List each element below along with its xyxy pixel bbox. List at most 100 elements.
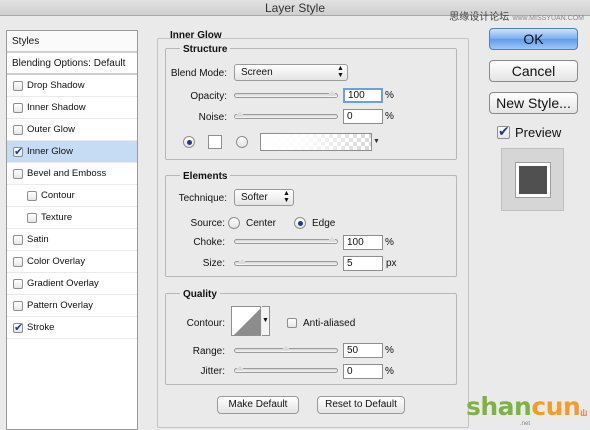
choke-slider-handle[interactable] — [327, 235, 337, 243]
elements-title: Elements — [180, 171, 231, 182]
style-item-checkbox[interactable] — [27, 190, 37, 201]
style-items: Drop Shadow Inner Shadow Outer Glow Inner G… — [7, 75, 137, 339]
glow-gradient-picker[interactable] — [260, 133, 372, 151]
source-label: Source: — [190, 218, 225, 229]
choke-slider[interactable] — [234, 235, 338, 244]
jitter-slider[interactable] — [234, 364, 338, 373]
watermark-top: 思缘设计论坛 www.MISSYUAN.COM — [449, 8, 584, 23]
style-item-checkbox[interactable] — [13, 256, 23, 267]
jitter-slider-handle[interactable] — [235, 364, 245, 372]
style-item[interactable]: Gradient Overlay — [7, 273, 137, 295]
updown-arrows-icon: ▲ ▼ — [283, 190, 290, 204]
reset-to-default-button[interactable]: Reset to Default — [317, 396, 405, 414]
style-item-label: Drop Shadow — [27, 80, 85, 91]
size-input[interactable]: 5 — [343, 256, 383, 271]
styles-list: Styles Blending Options: Default Drop Sh… — [6, 30, 138, 430]
linear-contour-icon — [234, 309, 260, 335]
style-item[interactable]: Inner Glow — [7, 141, 137, 163]
style-item-label: Texture — [41, 212, 73, 223]
preview-square — [516, 163, 550, 197]
opacity-slider-handle[interactable] — [327, 89, 337, 97]
style-item-label: Stroke — [27, 322, 55, 333]
style-item-label: Contour — [41, 190, 75, 201]
styles-header[interactable]: Styles — [7, 31, 137, 53]
contour-preview[interactable] — [231, 306, 261, 336]
jitter-unit: % — [385, 366, 394, 377]
choke-label: Choke: — [193, 237, 225, 248]
contour-label: Contour: — [186, 318, 225, 329]
choke-unit: % — [385, 237, 394, 248]
style-item-checkbox[interactable] — [13, 102, 23, 113]
size-unit: px — [386, 258, 397, 269]
gradient-dropdown-arrow-icon[interactable]: ▼ — [373, 138, 380, 145]
jitter-label: Jitter: — [200, 366, 225, 377]
anti-aliased-label: Anti-aliased — [303, 318, 356, 329]
make-default-button[interactable]: Make Default — [217, 396, 299, 414]
style-preview-thumbnail — [501, 148, 564, 211]
solid-color-radio[interactable] — [183, 136, 195, 148]
noise-input[interactable]: 0 — [343, 109, 383, 124]
source-center-radio[interactable] — [228, 217, 240, 229]
noise-unit: % — [385, 111, 394, 122]
preview-checkbox[interactable] — [497, 123, 510, 140]
noise-label: Noise: — [198, 112, 227, 123]
style-item-checkbox[interactable] — [13, 124, 23, 135]
style-item[interactable]: Texture — [7, 207, 137, 229]
ok-button[interactable]: OK — [489, 28, 578, 50]
preview-label: Preview — [515, 125, 562, 140]
size-label: Size: — [202, 258, 225, 269]
style-item-label: Outer Glow — [27, 124, 76, 135]
structure-title: Structure — [180, 44, 231, 55]
style-item-checkbox[interactable] — [13, 278, 23, 289]
blending-options-item[interactable]: Blending Options: Default — [7, 53, 137, 75]
anti-aliased-checkbox[interactable] — [287, 318, 297, 328]
watermark-top-url: www.MISSYUAN.COM — [512, 15, 584, 22]
style-item-label: Pattern Overlay — [27, 300, 93, 311]
opacity-input[interactable]: 100 — [343, 88, 383, 103]
technique-label: Technique: — [178, 193, 227, 204]
new-style-button[interactable]: New Style... — [489, 92, 578, 114]
style-item[interactable]: Outer Glow — [7, 119, 137, 141]
style-item-checkbox[interactable] — [13, 168, 23, 179]
style-item-checkbox[interactable] — [13, 145, 23, 158]
style-item[interactable]: Contour — [7, 185, 137, 207]
opacity-slider[interactable] — [234, 89, 338, 98]
size-slider-handle[interactable] — [236, 257, 247, 265]
style-item[interactable]: Inner Shadow — [7, 97, 137, 119]
jitter-input[interactable]: 0 — [343, 364, 383, 379]
source-edge-radio[interactable] — [294, 217, 306, 229]
style-item[interactable]: Color Overlay — [7, 251, 137, 273]
style-item-label: Gradient Overlay — [27, 278, 99, 289]
range-slider-handle[interactable] — [281, 344, 291, 352]
style-item[interactable]: Stroke — [7, 317, 137, 339]
preview-toggle[interactable]: Preview — [497, 123, 562, 140]
noise-slider[interactable] — [234, 110, 338, 119]
style-item[interactable]: Bevel and Emboss — [7, 163, 137, 185]
technique-select[interactable]: Softer ▲ ▼ — [234, 189, 294, 206]
style-item[interactable]: Pattern Overlay — [7, 295, 137, 317]
gradient-radio[interactable] — [236, 136, 248, 148]
style-item-label: Inner Glow — [27, 146, 73, 157]
size-slider[interactable] — [234, 257, 338, 266]
style-item-checkbox[interactable] — [13, 321, 23, 334]
source-edge-label: Edge — [312, 218, 336, 229]
glow-color-swatch[interactable] — [208, 135, 222, 149]
style-item-checkbox[interactable] — [13, 300, 23, 311]
cancel-button[interactable]: Cancel — [489, 60, 578, 82]
range-slider[interactable] — [234, 344, 338, 353]
watermark-bottom-a: shan — [466, 392, 532, 421]
style-item-label: Satin — [27, 234, 49, 245]
style-item[interactable]: Drop Shadow — [7, 75, 137, 97]
technique-value: Softer — [241, 192, 268, 203]
range-input[interactable]: 50 — [343, 343, 383, 358]
style-item-checkbox[interactable] — [13, 80, 23, 91]
style-item-label: Bevel and Emboss — [27, 168, 107, 179]
style-item-checkbox[interactable] — [13, 234, 23, 245]
choke-input[interactable]: 100 — [343, 235, 383, 250]
style-item-checkbox[interactable] — [27, 212, 37, 223]
contour-dropdown-arrow-icon[interactable]: ▼ — [262, 306, 270, 336]
style-item[interactable]: Satin — [7, 229, 137, 251]
blend-mode-select[interactable]: Screen ▲ ▼ — [234, 64, 348, 81]
watermark-bottom-b: cun — [531, 392, 581, 421]
noise-slider-handle[interactable] — [235, 110, 245, 118]
